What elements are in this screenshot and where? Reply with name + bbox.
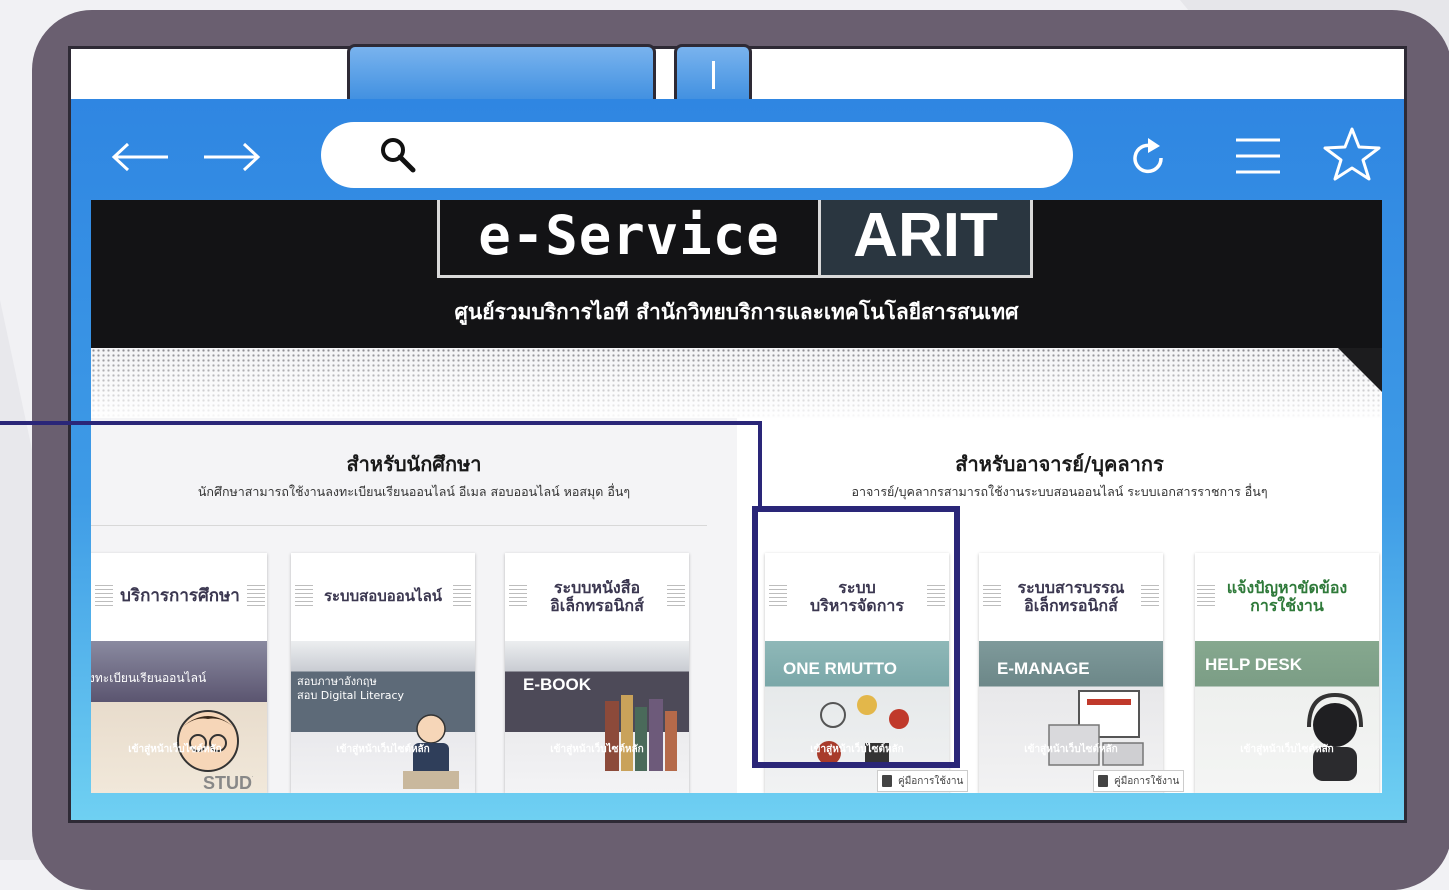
address-bar[interactable] <box>321 122 1073 188</box>
webpage: e-Service ARIT ศูนย์รวมบริการไอที สำนักว… <box>91 200 1382 793</box>
card-link-button[interactable]: เข้าสู่หน้าเว็บไซต์หลัก <box>1195 742 1379 757</box>
card-image: E-BOOK เข้าสู่หน้าเว็บไซต์หลัก <box>505 641 689 793</box>
site-subtitle: ศูนย์รวมบริการไอที สำนักวิทยบริการและเทค… <box>454 300 1019 324</box>
card-link-button[interactable]: เข้าสู่หน้าเว็บไซต์หลัก <box>91 742 267 757</box>
callout-line <box>758 421 762 509</box>
card-header-text: แจ้งปัญหาขัดข้อง การใช้งาน <box>1226 577 1348 615</box>
card-help-desk[interactable]: แจ้งปัญหาขัดข้อง การใช้งาน HELP DESK เข้… <box>1195 553 1379 793</box>
reload-icon[interactable] <box>1128 132 1172 180</box>
stripe-decoration <box>983 585 1001 609</box>
card-header: บริการการศึกษา <box>91 553 267 641</box>
student-title: สำหรับนักศึกษา <box>346 452 482 476</box>
card-image: สอบภาษาอังกฤษ สอบ Digital Literacy เข้าส… <box>291 641 475 793</box>
card-online-exam[interactable]: ระบบสอบออนไลน์ สอบภาษาอังกฤษ สอบ Digital… <box>291 553 475 793</box>
card-image: HELP DESK เข้าสู่หน้าเว็บไซต์หลัก <box>1195 641 1379 793</box>
stripe-decoration <box>667 585 685 609</box>
manual-book-icon <box>1098 775 1108 787</box>
card-header-text: ระบบสารบรรณ อิเล็กทรอนิกส์ <box>1017 577 1125 615</box>
highlight-box <box>752 506 960 768</box>
student-description: นักศึกษาสามารถใช้งานลงทะเบียนเรียนออนไลน… <box>197 484 631 499</box>
staff-title: สำหรับอาจารย์/บุคลากร <box>955 452 1164 476</box>
card-header: แจ้งปัญหาขัดข้อง การใช้งาน <box>1195 553 1379 641</box>
study-watermark: STUDY <box>203 773 253 793</box>
student-panel: สำหรับนักศึกษา นักศึกษาสามารถใช้งานลงทะเ… <box>91 418 737 793</box>
tab-cursor-icon <box>711 60 715 89</box>
card-link-button[interactable]: เข้าสู่หน้าเว็บไซต์หลัก <box>505 742 689 757</box>
stripe-decoration <box>453 585 471 609</box>
card-link-button[interactable]: เข้าสู่หน้าเว็บไซต์หลัก <box>979 742 1163 757</box>
halftone-fade <box>91 348 1382 418</box>
stripe-decoration <box>247 585 265 609</box>
card-header-text: บริการการศึกษา <box>120 586 240 607</box>
hero-banner: e-Service ARIT ศูนย์รวมบริการไอที สำนักว… <box>91 200 1382 348</box>
card-education-service[interactable]: บริการการศึกษา งทะเบียนเรียนออนไลน์ STUD… <box>91 553 267 793</box>
manual-label: คู่มือการใช้งาน <box>1114 775 1180 787</box>
manual-link[interactable]: คู่มือการใช้งาน <box>1093 770 1185 792</box>
card-header-text: ระบบสอบออนไลน์ <box>323 587 443 606</box>
arrow-right-icon[interactable] <box>200 140 262 174</box>
callout-line <box>0 421 762 425</box>
manual-book-icon <box>882 775 892 787</box>
card-header: ระบบหนังสือ อิเล็กทรอนิกส์ <box>505 553 689 641</box>
stripe-decoration <box>1141 585 1159 609</box>
stripe-decoration <box>295 585 313 609</box>
divider <box>91 525 707 526</box>
search-icon <box>381 138 416 173</box>
books-illustration <box>605 695 677 771</box>
browser-tab-new[interactable] <box>674 44 752 102</box>
site-logo[interactable]: e-Service ARIT <box>437 200 1033 278</box>
browser-tab-active[interactable] <box>347 44 656 102</box>
manual-link[interactable]: คู่มือการใช้งาน <box>877 770 969 792</box>
card-image: งทะเบียนเรียนออนไลน์ STUDY เข้าสู่หน้าเว… <box>91 641 267 793</box>
card-header-text: ระบบหนังสือ อิเล็กทรอนิกส์ <box>550 577 644 615</box>
logo-arit: ARIT <box>818 200 1030 275</box>
documents-illustration <box>1048 690 1144 766</box>
card-link-button[interactable]: เข้าสู่หน้าเว็บไซต์หลัก <box>291 742 475 757</box>
arrow-left-icon[interactable] <box>110 140 172 174</box>
headset-support-illustration <box>1307 692 1363 781</box>
staff-description: อาจารย์/บุคลากรสามารถใช้งานระบบสอนออนไลน… <box>851 484 1268 499</box>
card-header: ระบบสารบรรณ อิเล็กทรอนิกส์ <box>979 553 1163 641</box>
stripe-decoration <box>95 585 113 609</box>
menu-icon[interactable] <box>1234 136 1282 176</box>
card-image-text: HELP DESK <box>1205 655 1302 674</box>
card-header: ระบบสอบออนไลน์ <box>291 553 475 641</box>
logo-eservice: e-Service <box>478 204 780 267</box>
corner-decoration <box>1338 348 1382 392</box>
stripe-decoration <box>509 585 527 609</box>
manual-label: คู่มือการใช้งาน <box>898 775 964 787</box>
card-image-text: E-MANAGE <box>997 659 1090 678</box>
card-ebook[interactable]: ระบบหนังสือ อิเล็กทรอนิกส์ E-BOOK เข้าสู… <box>505 553 689 793</box>
star-icon[interactable] <box>1322 126 1382 182</box>
card-image-text: สอบภาษาอังกฤษ สอบ Digital Literacy <box>297 675 405 703</box>
card-e-manage[interactable]: ระบบสารบรรณ อิเล็กทรอนิกส์ E-MANAGE เข้า… <box>979 553 1163 793</box>
card-image-text: งทะเบียนเรียนออนไลน์ <box>91 671 207 685</box>
stripe-decoration <box>1197 585 1215 609</box>
card-image-text: E-BOOK <box>523 675 591 694</box>
